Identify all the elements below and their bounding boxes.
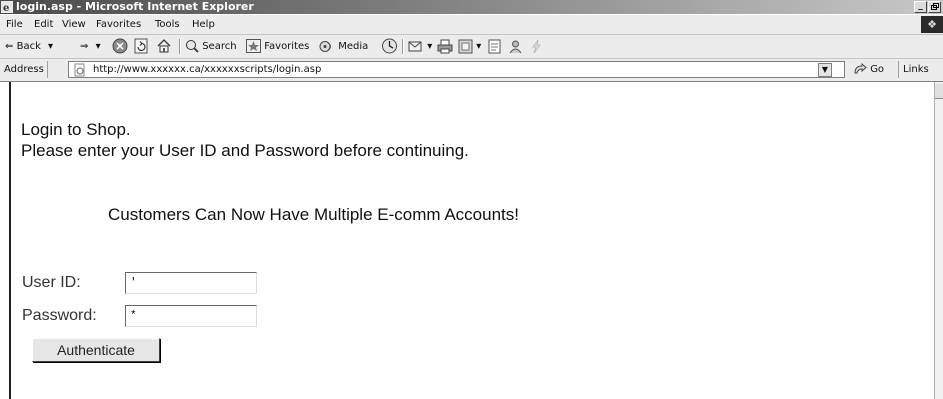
announcement-text: Customers Can Now Have Multiple E-comm A… [108,205,519,224]
research-button[interactable] [530,35,542,58]
favorites-label: Favorites [264,41,310,52]
windows-logo-icon: ❖ [921,16,943,33]
search-icon [186,40,199,53]
minimize-button[interactable]: _ [914,1,927,13]
messenger-button[interactable] [508,35,523,58]
discuss-icon [488,39,501,53]
forward-dropdown-icon[interactable]: ▾ [96,41,101,52]
go-label: Go [870,64,885,75]
toolbar-separator [179,39,181,54]
forward-button[interactable]: ⇒ ▾ [80,35,101,58]
refresh-icon [134,38,148,54]
refresh-button[interactable] [134,35,149,58]
media-label: Media [338,41,369,52]
menu-tools[interactable]: Tools [155,15,180,34]
menu-help[interactable]: Help [192,15,215,34]
back-label: Back [16,41,41,52]
history-button[interactable] [381,35,398,58]
search-label: Search [202,41,237,52]
toolbar-separator [402,39,404,54]
back-arrow-icon: ⇐ [5,41,14,52]
stop-icon [112,38,128,54]
menu-view[interactable]: View [62,15,86,34]
window-title: login.asp - Microsoft Internet Explorer [16,0,254,13]
address-bar: Address http://www.xxxxxx.ca/xxxxxxscrip… [0,59,943,82]
media-button[interactable]: Media [319,35,368,58]
page-instructions: Please enter your User ID and Password b… [21,141,469,160]
mail-icon [408,41,422,51]
address-dropdown-button[interactable]: ▼ [818,63,832,77]
home-button[interactable] [156,35,172,58]
window-title-bar: e login.asp - Microsoft Internet Explore… [0,0,943,14]
menu-bar: File Edit View Favorites Tools Help ❖ [0,15,943,35]
messenger-icon [509,40,522,53]
chevron-down-icon: ▼ [821,65,829,74]
links-button[interactable]: Links [898,61,929,78]
svg-text:e: e [3,3,9,13]
page-favicon-icon [74,63,85,77]
forward-arrow-icon: ⇒ [80,41,89,52]
go-button[interactable]: Go [853,61,884,78]
favorites-star-icon [246,39,261,53]
authenticate-button[interactable]: Authenticate [32,338,160,362]
menu-favorites[interactable]: Favorites [96,15,141,34]
back-dropdown-icon[interactable]: ▾ [48,41,53,52]
menu-edit[interactable]: Edit [34,15,53,34]
discuss-button[interactable] [488,35,501,58]
print-icon [437,39,453,53]
go-arrow-icon [854,62,867,74]
address-input[interactable]: http://www.xxxxxx.ca/xxxxxxscripts/login… [68,61,845,78]
edit-dropdown-icon[interactable]: ▾ [476,41,481,52]
edit-page-icon [458,39,473,53]
internet-explorer-icon: e [1,1,13,13]
mail-dropdown-icon[interactable]: ▾ [427,41,432,52]
vertical-scrollbar[interactable] [934,82,943,399]
history-icon [382,38,397,54]
lightning-icon [532,39,541,53]
back-button[interactable]: ⇐ Back ▾ [5,35,53,58]
standard-toolbar: ⇐ Back ▾ ⇒ ▾ Search Favorites Media ▾ ▾ [0,35,943,59]
password-label: Password: [22,307,97,324]
edit-button[interactable]: ▾ [458,35,481,58]
print-button[interactable] [437,35,453,58]
home-icon [157,39,171,53]
search-button[interactable]: Search [185,35,237,58]
scroll-up-button[interactable] [935,84,943,99]
password-input[interactable] [125,305,257,327]
favorites-button[interactable]: Favorites [246,35,309,58]
page-title: Login to Shop. [21,120,131,139]
userid-input[interactable] [125,272,257,294]
address-label: Address [1,61,48,78]
mail-button[interactable]: ▾ [408,35,432,58]
restore-icon [931,3,939,10]
userid-label: User ID: [22,274,81,291]
restore-button[interactable] [928,1,941,13]
page-content: Login to Shop. Please enter your User ID… [9,82,935,399]
media-icon [319,40,331,52]
stop-button[interactable] [112,35,128,58]
address-url: http://www.xxxxxx.ca/xxxxxxscripts/login… [93,64,322,75]
menu-file[interactable]: File [6,15,23,34]
